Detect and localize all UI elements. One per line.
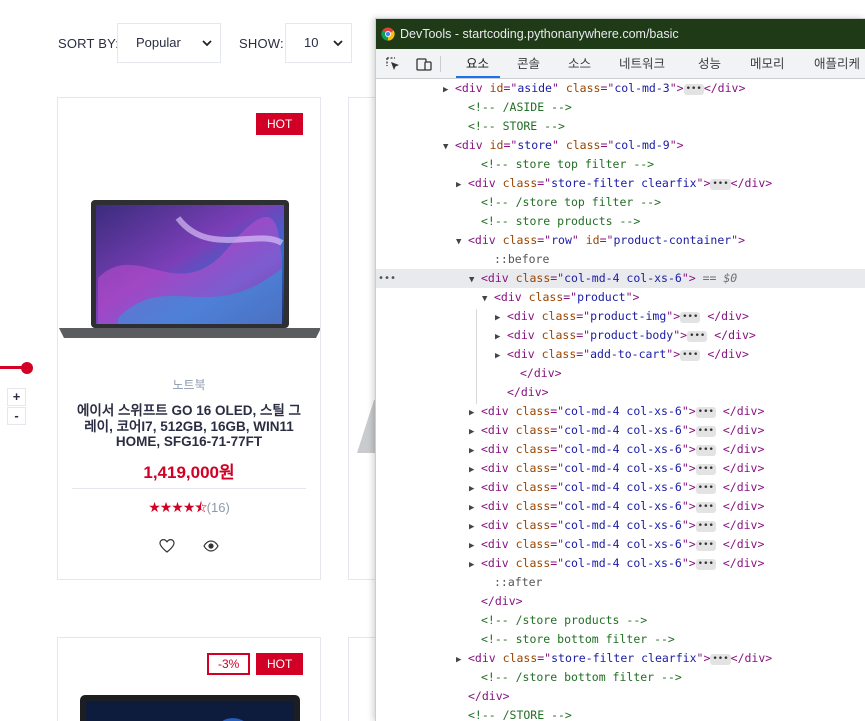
laptop-product-image[interactable] [58,198,321,343]
chrome-icon [381,27,395,41]
product-category: 노트북 [172,378,206,392]
dom-node-line[interactable]: ▶ <div class="col-md-4 col-xs-6"> ••• </di… [376,497,865,516]
tab-performance[interactable]: 성능 [698,49,721,79]
dom-node-line[interactable]: ▼ <div class="row" id="product-container"… [376,231,865,250]
tab-memory[interactable]: 메모리 [750,49,785,79]
dom-node-line[interactable]: <!-- STORE --> [376,117,865,136]
product-card[interactable]: -3% HOT [57,637,321,721]
heart-icon[interactable] [159,538,175,554]
review-count: (16) [206,500,230,515]
more-options-icon[interactable]: ••• [378,269,396,288]
dom-node-line[interactable]: </div> [376,592,865,611]
dom-node-line[interactable]: ▶ <div class="col-md-4 col-xs-6"> ••• </di… [376,421,865,440]
qty-decrease-button[interactable]: - [7,407,26,425]
dom-node-line[interactable]: ::after [376,573,865,592]
dom-node-line[interactable]: ▶ <div class="col-md-4 col-xs-6"> ••• </di… [376,402,865,421]
dom-node-line[interactable]: ▶ <div class="col-md-4 col-xs-6"> ••• </di… [376,535,865,554]
discount-badge: -3% [207,653,251,675]
dom-node-line[interactable]: <!-- /store top filter --> [376,193,865,212]
dom-node-line[interactable]: ▶ <div class="store-filter clearfix"> ••• <… [376,174,865,193]
show-label: SHOW: [239,36,284,51]
tab-application[interactable]: 애플리케 [814,49,860,79]
sort-select-value: Popular [136,35,181,50]
rating-stars: ★★★★⯪ [148,499,207,515]
dom-node-line[interactable]: ▶ <div class="col-md-4 col-xs-6"> ••• </di… [376,459,865,478]
dom-node-line[interactable]: ▼ <div class="col-md-4 col-xs-6"> == $0 ••… [376,269,865,288]
active-tab-indicator [456,76,500,78]
dom-node-line[interactable]: ▶ <div class="product-img"> ••• </div> [376,307,865,326]
devtools-window: DevTools - startcoding.pythonanywhere.co… [375,18,865,721]
dom-node-line[interactable]: <!-- /STORE --> [376,706,865,721]
dom-node-line[interactable]: ▶ <div class="product-body"> ••• </div> [376,326,865,345]
dom-node-line[interactable]: ▶ <div id="aside" class="col-md-3"> ••• </d… [376,79,865,98]
dom-node-line[interactable]: ▼ <div id="store" class="col-md-9"> [376,136,865,155]
dom-node-line[interactable]: <!-- store top filter --> [376,155,865,174]
dom-node-line[interactable]: </div> [376,364,865,383]
product-name[interactable]: 에이서 스위프트 GO 16 OLED, 스틸 그레이, 코어I7, 512GB… [72,403,306,450]
dom-node-line[interactable]: <!-- store products --> [376,212,865,231]
product-rating: ★★★★⯪(16) [58,497,320,521]
chevron-down-icon [333,40,343,47]
hot-badge: HOT [256,653,304,675]
dom-node-line[interactable]: ▶ <div class="col-md-4 col-xs-6"> ••• </di… [376,440,865,459]
qty-increase-button[interactable]: + [7,388,26,406]
dom-node-line[interactable]: ▶ <div class="store-filter clearfix"> ••• <… [376,649,865,668]
show-select-value: 10 [304,35,319,50]
dom-node-line[interactable]: <!-- /store products --> [376,611,865,630]
dom-node-line[interactable]: ▶ <div class="col-md-4 col-xs-6"> ••• </di… [376,554,865,573]
dom-node-line[interactable]: ▶ <div class="add-to-cart"> ••• </div> [376,345,865,364]
dom-node-line[interactable]: </div> [376,687,865,706]
device-toolbar-icon[interactable] [416,56,432,72]
eye-icon[interactable] [203,538,219,554]
tab-console[interactable]: 콘솔 [517,49,540,79]
dom-node-line[interactable]: ▼ <div class="product"> [376,288,865,307]
devtools-titlebar: DevTools - startcoding.pythonanywhere.co… [376,19,865,49]
dom-node-line[interactable]: <!-- /store bottom filter --> [376,668,865,687]
dom-node-line[interactable]: <!-- /ASIDE --> [376,98,865,117]
tab-sources[interactable]: 소스 [568,49,591,79]
toolbar-divider [440,56,441,72]
devtools-tab-bar: 요소 콘솔 소스 네트워크 성능 메모리 애플리케 [376,49,865,79]
dom-node-line[interactable]: ▶ <div class="col-md-4 col-xs-6"> ••• </di… [376,478,865,497]
laptop-product-image[interactable] [80,695,300,721]
sort-select[interactable]: Popular [117,23,221,63]
devtools-title: DevTools - startcoding.pythonanywhere.co… [400,27,679,41]
product-card[interactable]: HOT 노트북 에이서 스위프트 GO 16 OLED, 스틸 그레이, 코어I… [57,97,321,580]
show-select[interactable]: 10 [285,23,352,63]
dom-node-line[interactable]: ::before [376,250,865,269]
divider [72,488,306,489]
chevron-down-icon [202,40,212,47]
dom-node-line[interactable]: </div> [376,383,865,402]
hot-badge: HOT [256,113,304,135]
tab-elements[interactable]: 요소 [466,49,489,79]
price-slider-handle[interactable] [21,362,33,374]
product-price: 1,419,000원 [143,463,235,482]
dom-node-line[interactable]: <!-- store bottom filter --> [376,630,865,649]
dom-node-line[interactable]: ▶ <div class="col-md-4 col-xs-6"> ••• </di… [376,516,865,535]
dom-tree: ▶ <div id="aside" class="col-md-3"> ••• </d… [376,79,865,721]
sort-by-label: SORT BY: [58,36,120,51]
tab-network[interactable]: 네트워크 [619,49,665,79]
inspect-element-icon[interactable] [385,56,401,72]
